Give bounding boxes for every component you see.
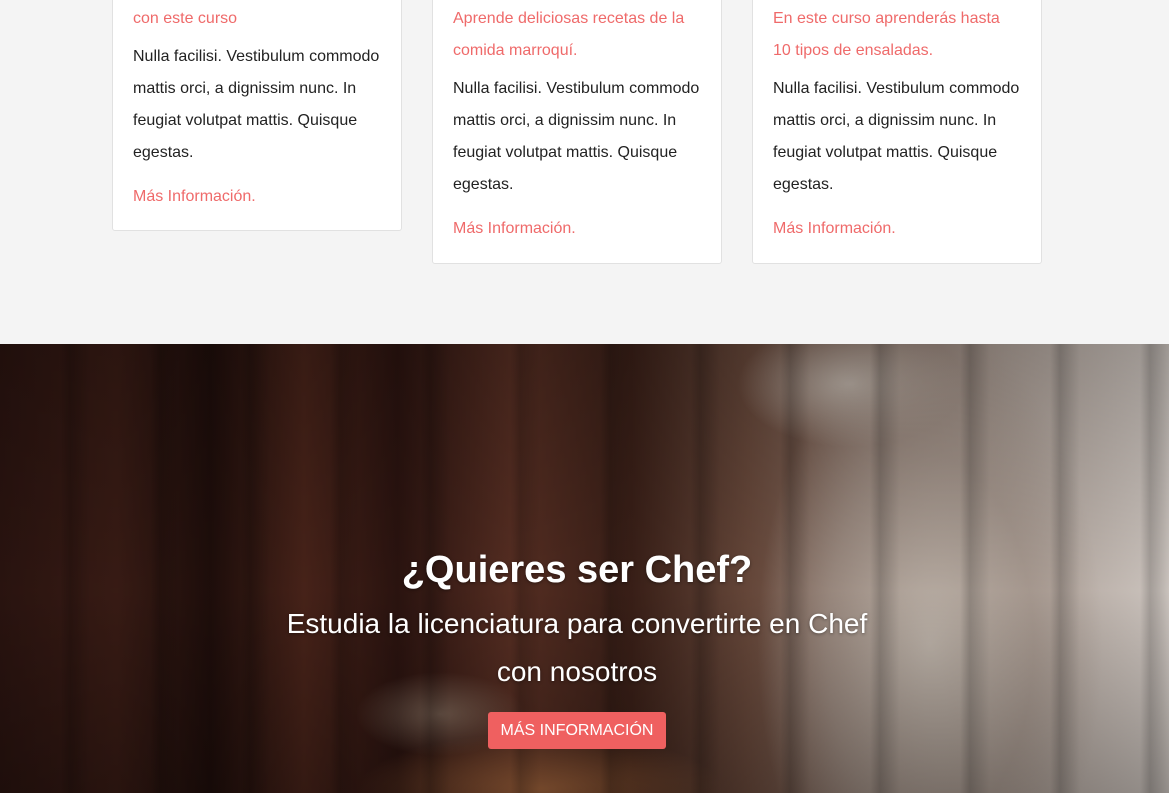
course-card: con este curso Nulla facilisi. Vestibulu… [112, 0, 402, 231]
course-card: Aprende deliciosas recetas de la comida … [432, 0, 722, 264]
hero-content: ¿Quieres ser Chef? Estudia la licenciatu… [0, 344, 1169, 793]
hero-subtitle: Estudia la licenciatura para convertirte… [286, 608, 868, 687]
more-info-link[interactable]: Más Información. [133, 181, 381, 213]
course-card-subtitle: con este curso [133, 10, 238, 27]
course-card-description: Nulla facilisi. Vestibulum commodo matti… [133, 48, 380, 161]
course-card-subtitle: En este curso aprenderás hasta 10 tipos … [773, 10, 1000, 59]
more-info-button[interactable]: MÁS INFORMACIÓN [488, 712, 666, 749]
hero-title: ¿Quieres ser Chef? [401, 549, 753, 591]
chef-hero-banner: ¿Quieres ser Chef? Estudia la licenciatu… [0, 344, 1169, 793]
courses-section: con este curso Nulla facilisi. Vestibulu… [0, 0, 1169, 344]
course-card-description: Nulla facilisi. Vestibulum commodo matti… [773, 80, 1020, 193]
more-info-link[interactable]: Más Información. [453, 213, 701, 245]
course-card-description: Nulla facilisi. Vestibulum commodo matti… [453, 80, 700, 193]
course-card: En este curso aprenderás hasta 10 tipos … [752, 0, 1042, 264]
more-info-link[interactable]: Más Información. [773, 213, 1021, 245]
course-card-subtitle: Aprende deliciosas recetas de la comida … [453, 10, 685, 59]
